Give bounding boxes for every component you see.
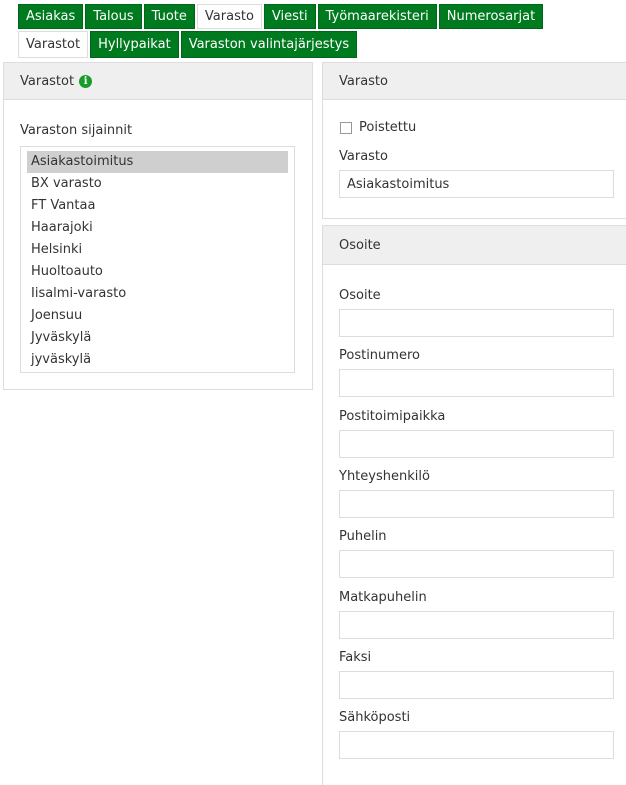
- mobile-phone-field[interactable]: [339, 611, 614, 639]
- address-panel: Osoite Osoite Postinumero Postitoimipaik…: [322, 225, 626, 785]
- address-field[interactable]: [339, 309, 614, 337]
- postal-code-field[interactable]: [339, 369, 614, 397]
- subtab-hyllypaikat[interactable]: Hyllypaikat: [90, 31, 179, 58]
- subtab-varastot[interactable]: Varastot: [18, 31, 89, 58]
- email-label: Sähköposti: [339, 710, 411, 725]
- email-field[interactable]: [339, 731, 614, 759]
- locations-listbox[interactable]: Asiakastoimitus BX varasto FT Vantaa Haa…: [20, 146, 295, 373]
- tab-varasto[interactable]: Varasto: [196, 4, 262, 29]
- warehouse-list-header: Varastot i: [4, 63, 312, 100]
- warehouse-list-title: Varastot: [20, 73, 75, 89]
- postal-code-label: Postinumero: [339, 348, 420, 363]
- city-label: Postitoimipaikka: [339, 409, 446, 424]
- subtab-varaston-valintajarjestys[interactable]: Varaston valintajärjestys: [180, 31, 358, 58]
- warehouse-detail-panel: Varasto Poistettu Varasto: [322, 62, 626, 219]
- fax-field[interactable]: [339, 671, 614, 699]
- warehouse-name-label: Varasto: [339, 149, 388, 164]
- warehouse-detail-header: Varasto: [323, 63, 626, 100]
- warehouse-detail-title: Varasto: [339, 73, 388, 89]
- deleted-checkbox[interactable]: [340, 122, 352, 134]
- tab-asiakas[interactable]: Asiakas: [18, 4, 84, 29]
- list-item[interactable]: jyväskylä: [27, 349, 288, 371]
- main-nav-tabs: Asiakas Talous Tuote Varasto Viesti Työm…: [18, 4, 545, 29]
- phone-label: Puhelin: [339, 529, 387, 544]
- info-icon[interactable]: i: [79, 74, 93, 88]
- deleted-label: Poistettu: [359, 120, 417, 135]
- address-title: Osoite: [339, 237, 381, 253]
- list-item[interactable]: Asiakastoimitus: [27, 151, 288, 173]
- list-item[interactable]: Haarajoki: [27, 217, 288, 239]
- warehouse-list-panel: Varastot i Varaston sijainnit Asiakastoi…: [3, 62, 313, 390]
- list-item[interactable]: FT Vantaa: [27, 195, 288, 217]
- contact-person-label: Yhteyshenkilö: [339, 469, 430, 484]
- mobile-phone-label: Matkapuhelin: [339, 590, 427, 605]
- tab-tuote[interactable]: Tuote: [143, 4, 195, 29]
- list-item[interactable]: Huoltoauto: [27, 261, 288, 283]
- locations-label: Varaston sijainnit: [20, 123, 133, 138]
- phone-field[interactable]: [339, 550, 614, 578]
- city-field[interactable]: [339, 430, 614, 458]
- list-item[interactable]: Helsinki: [27, 239, 288, 261]
- sub-nav-tabs: Varastot Hyllypaikat Varaston valintajär…: [18, 31, 359, 58]
- address-header: Osoite: [323, 226, 626, 265]
- warehouse-name-field[interactable]: [339, 170, 614, 198]
- list-item[interactable]: BX varasto: [27, 173, 288, 195]
- list-item[interactable]: Iisalmi-varasto: [27, 283, 288, 305]
- tab-tyomaarekisteri[interactable]: Työmaarekisteri: [317, 4, 437, 29]
- tab-numerosarjat[interactable]: Numerosarjat: [438, 4, 544, 29]
- address-label: Osoite: [339, 288, 381, 303]
- tab-viesti[interactable]: Viesti: [263, 4, 316, 29]
- list-item[interactable]: Jyväskylä: [27, 327, 288, 349]
- fax-label: Faksi: [339, 650, 372, 665]
- contact-person-field[interactable]: [339, 490, 614, 518]
- list-item[interactable]: Joensuu: [27, 305, 288, 327]
- tab-talous[interactable]: Talous: [85, 4, 142, 29]
